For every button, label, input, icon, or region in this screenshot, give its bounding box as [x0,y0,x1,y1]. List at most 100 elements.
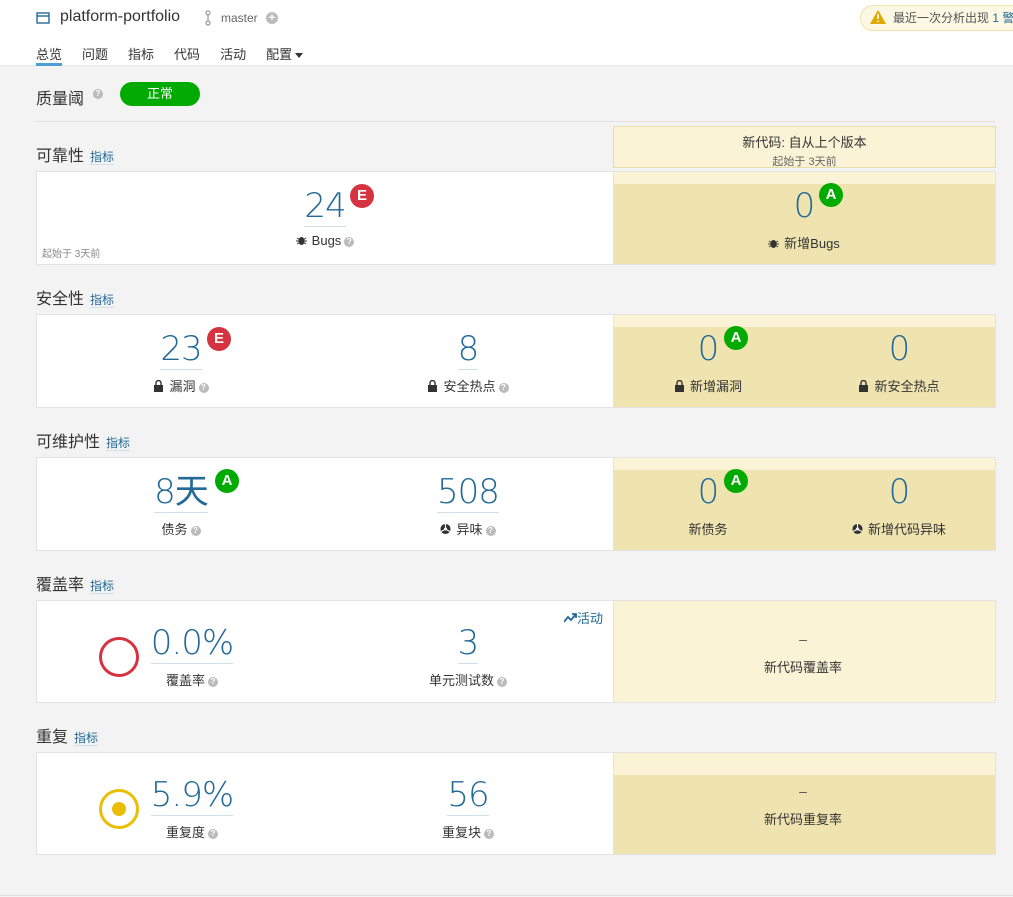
help-icon[interactable]: ? [208,828,218,839]
project-name[interactable]: platform-portfolio [60,8,180,26]
bugs-value[interactable]: 24 [304,186,347,227]
tab-settings-label: 配置 [266,47,293,62]
hotspots-metric[interactable]: 8 安全热点? [413,329,523,395]
help-icon[interactable]: ? [497,676,507,687]
help-icon[interactable]: ? [208,676,218,687]
help-icon[interactable]: ? [190,525,201,536]
chevron-down-icon [295,53,304,59]
duplication-rating-circle [99,789,139,829]
maintainability-measures-link[interactable]: 指标 [106,436,131,451]
new-bugs-value[interactable]: 0 [794,186,816,227]
tab-code[interactable]: 代码 [174,44,200,66]
new-coverage-metric[interactable]: – 新代码覆盖率 [733,631,873,676]
help-icon[interactable]: ? [93,89,103,99]
new-coverage-label: 新代码覆盖率 [763,660,842,675]
coverage-activity-link[interactable]: 活动 [563,608,604,627]
warning-icon [870,10,886,24]
help-icon[interactable]: ? [498,382,509,393]
tab-overview[interactable]: 总览 [36,44,63,66]
duplicated-blocks-metric[interactable]: 56 重复块? [413,775,523,841]
unit-tests-label: 单元测试数 [428,673,494,688]
reliability-panel: 24 Bugs? E 起始于 3天前 0 新增Bugs A [36,171,996,265]
tab-measures[interactable]: 指标 [128,44,154,66]
branch-name[interactable]: master [221,11,258,25]
vulnerabilities-rating-badge[interactable]: E [207,327,231,351]
new-vulnerabilities-value[interactable]: 0 [698,329,720,370]
security-title: 安全性 [36,291,85,308]
tab-settings[interactable]: 配置 [266,44,304,66]
help-icon[interactable]: ? [198,382,209,393]
tab-activity[interactable]: 活动 [220,44,246,66]
maintainability-section-title: 可维护性 指标 [36,428,131,452]
bug-icon [768,240,780,248]
new-duplication-metric[interactable]: – 新代码重复率 [733,783,873,828]
new-code-period-title: 新代码: 自从上个版本 [742,135,867,150]
new-code-smells-metric[interactable]: 0 新增代码异味 [839,472,959,538]
maintainability-panel: 8天 债务? A 508 异味? 0 新债务 A 0 新增代码异味 [36,457,996,551]
new-vulnerabilities-label: 新增漏洞 [689,379,742,394]
vulnerabilities-label: 漏洞 [169,379,196,394]
bug-icon [295,237,307,245]
new-code-smells-label: 新增代码异味 [867,522,946,537]
coverage-activity-label: 活动 [577,611,604,626]
main-nav: 总览 问题 指标 代码 活动 配置 [36,44,323,66]
lock-icon [428,380,438,392]
coverage-metric[interactable]: 0.0% 覆盖率? [142,623,242,689]
new-code-smells-value[interactable]: 0 [889,472,911,513]
code-smells-metric[interactable]: 508 异味? [413,472,523,538]
coverage-title: 覆盖率 [36,577,85,594]
coverage-rating-circle [99,637,139,677]
divider [0,895,1013,896]
new-debt-rating-badge[interactable]: A [724,469,748,493]
help-icon[interactable]: ? [485,525,496,536]
new-bugs-label: 新增Bugs [784,236,840,251]
new-code-period-header: 新代码: 自从上个版本 起始于 3天前 [613,126,996,168]
duplication-metric[interactable]: 5.9% 重复度? [142,775,242,841]
help-icon[interactable]: ? [344,236,355,247]
lock-icon [859,380,869,392]
new-bugs-rating-badge[interactable]: A [819,183,843,207]
debt-rating-badge[interactable]: A [215,469,239,493]
smell-icon [852,523,863,535]
coverage-label: 覆盖率 [165,673,205,688]
branch-add-icon[interactable]: + [266,12,278,24]
coverage-measures-link[interactable]: 指标 [90,579,115,594]
reliability-measures-link[interactable]: 指标 [90,150,115,165]
new-debt-value[interactable]: 0 [698,472,720,513]
quality-gate-status-badge: 正常 [120,82,200,106]
new-hotspots-metric[interactable]: 0 新安全热点 [844,329,954,395]
bugs-rating-badge[interactable]: E [350,184,374,208]
debt-value[interactable]: 8天 [154,472,209,513]
warning-count[interactable]: 1 [992,11,999,25]
reliability-section-title: 可靠性 指标 [36,142,115,166]
smell-icon [440,523,452,535]
new-hotspots-value[interactable]: 0 [889,329,911,370]
maintainability-title: 可维护性 [36,434,101,451]
code-smells-label: 异味 [456,522,483,537]
code-smells-value[interactable]: 508 [437,472,500,513]
help-icon[interactable]: ? [484,828,494,839]
unit-tests-metric[interactable]: 3 单元测试数? [413,623,523,689]
branch-icon [205,10,211,26]
warning-suffix[interactable]: 警 [1002,11,1013,25]
security-measures-link[interactable]: 指标 [90,293,115,308]
unit-tests-value[interactable]: 3 [457,623,479,664]
new-debt-label: 新债务 [688,522,728,537]
coverage-value[interactable]: 0.0% [150,623,234,664]
hotspots-value[interactable]: 8 [457,329,479,370]
duplicated-blocks-label: 重复块 [441,825,481,840]
security-panel: 23 漏洞? E 8 安全热点? 0 新增漏洞 A 0 新安全热点 [36,314,996,408]
duplication-section-title: 重复 指标 [36,723,99,747]
duplicated-blocks-value[interactable]: 56 [447,775,490,816]
debt-label: 债务 [161,522,188,537]
coverage-section-title: 覆盖率 指标 [36,571,115,595]
duplication-title: 重复 [36,729,69,746]
duplication-value[interactable]: 5.9% [150,775,234,816]
hotspots-label: 安全热点 [443,379,496,394]
project-icon [36,12,50,24]
new-vulnerabilities-rating-badge[interactable]: A [724,326,748,350]
analysis-warning-banner[interactable]: 最近一次分析出现 1 警 [860,5,1013,31]
duplication-measures-link[interactable]: 指标 [74,731,99,746]
vulnerabilities-value[interactable]: 23 [160,329,203,370]
tab-issues[interactable]: 问题 [82,44,108,66]
